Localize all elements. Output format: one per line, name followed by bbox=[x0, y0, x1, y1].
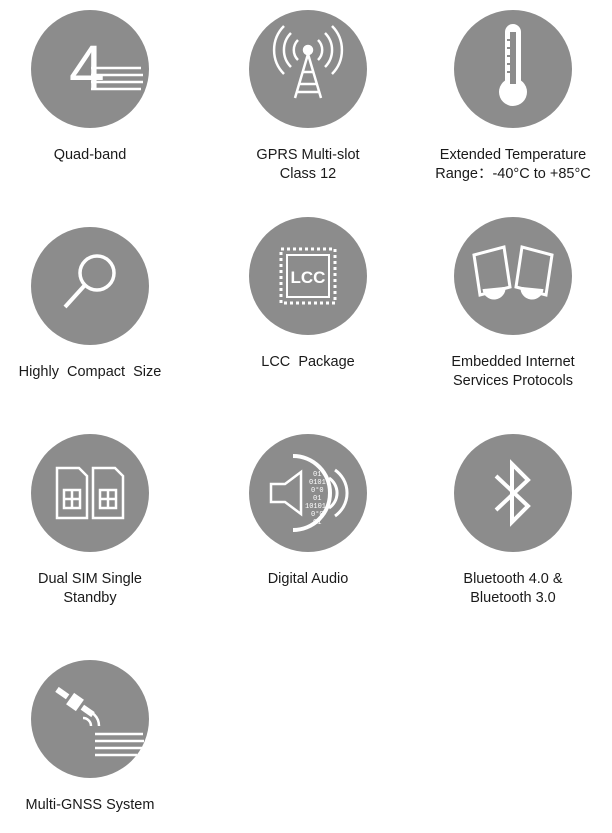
feature-label: Embedded Internet Services Protocols bbox=[451, 354, 575, 389]
feature-digital-audio: 01 0101 0°0 01 10101 0°0 01 Digital Audi… bbox=[208, 434, 408, 589]
feature-compact-size: Highly Compact Size bbox=[0, 227, 190, 382]
internet-protocols-icon bbox=[454, 217, 572, 335]
dual-sim-icon bbox=[31, 434, 149, 552]
feature-gprs: GPRS Multi-slot Class 12 bbox=[208, 10, 408, 184]
satellite-gnss-icon bbox=[31, 660, 149, 778]
feature-label: LCC Package bbox=[261, 354, 355, 370]
lcc-chip-icon: LCC bbox=[249, 217, 367, 335]
feature-label: Highly Compact Size bbox=[18, 364, 162, 380]
svg-text:01: 01 bbox=[313, 495, 321, 503]
feature-lcc-package: LCC LCC Package bbox=[208, 217, 408, 372]
feature-quad-band: 4 Quad-band bbox=[0, 10, 190, 165]
antenna-tower-icon bbox=[249, 10, 367, 128]
svg-text:0101: 0101 bbox=[309, 479, 326, 487]
feature-temperature: Extended Temperature Range：-40°C to +85°… bbox=[413, 10, 612, 184]
feature-internet-protocols: Embedded Internet Services Protocols bbox=[413, 217, 612, 391]
svg-text:0°0: 0°0 bbox=[311, 510, 324, 519]
svg-text:0°0: 0°0 bbox=[311, 486, 324, 495]
magnifier-icon bbox=[31, 227, 149, 345]
svg-text:01: 01 bbox=[313, 519, 321, 527]
thermometer-icon bbox=[454, 10, 572, 128]
quad-band-4-icon: 4 bbox=[31, 10, 149, 128]
bluetooth-icon bbox=[454, 434, 572, 552]
feature-bluetooth: Bluetooth 4.0 & Bluetooth 3.0 bbox=[413, 434, 612, 608]
svg-text:01: 01 bbox=[313, 471, 321, 479]
feature-label: Multi-GNSS System bbox=[25, 797, 155, 813]
feature-label: Extended Temperature Range：-40°C to +85°… bbox=[435, 147, 591, 182]
svg-text:10101: 10101 bbox=[305, 503, 326, 511]
svg-text:LCC: LCC bbox=[291, 268, 326, 287]
feature-label: GPRS Multi-slot Class 12 bbox=[256, 147, 360, 182]
feature-label: Digital Audio bbox=[267, 571, 349, 587]
feature-label: Bluetooth 4.0 & Bluetooth 3.0 bbox=[463, 571, 563, 606]
feature-multi-gnss: Multi-GNSS System bbox=[0, 660, 190, 815]
feature-label: Quad-band bbox=[53, 147, 127, 163]
feature-label: Dual SIM Single Standby bbox=[38, 571, 142, 606]
feature-dual-sim: Dual SIM Single Standby bbox=[0, 434, 190, 608]
digital-audio-icon: 01 0101 0°0 01 10101 0°0 01 bbox=[249, 434, 367, 552]
